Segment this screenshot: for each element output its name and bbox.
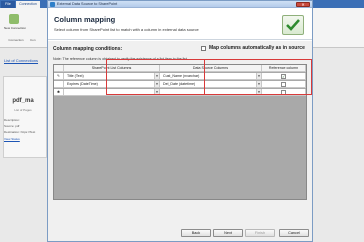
ribbon-group-label: Connection xyxy=(8,38,24,42)
cancel-button[interactable]: Cancel xyxy=(279,229,309,237)
panel-line: Destination: https://Test xyxy=(4,130,36,134)
next-button[interactable]: Next xyxy=(213,229,243,237)
auto-map-label: Map columns automatically as in source xyxy=(209,45,305,51)
highlight-datasource-columns xyxy=(204,59,312,95)
page-description: Select column from SharePoint list to ma… xyxy=(54,27,199,32)
connection-panel xyxy=(3,76,47,158)
conditions-label: Column mapping conditions: xyxy=(53,46,123,52)
row-marker xyxy=(54,81,64,88)
new-connection-label: New Connection xyxy=(4,26,27,30)
ribbon-group-label-2: Con xyxy=(30,38,36,42)
sharepoint-column-value: Title (Text) xyxy=(67,74,84,78)
connections-link[interactable]: List of Connections xyxy=(4,58,38,63)
page-title: Column mapping xyxy=(54,15,116,24)
finish-button[interactable]: Finish xyxy=(245,229,275,237)
back-button[interactable]: Back xyxy=(181,229,211,237)
panel-title: pdf_ma xyxy=(12,98,34,104)
panel-line: Description: xyxy=(4,118,20,122)
dialog-titlebar[interactable]: External Data Source to SharePoint ✕ xyxy=(48,1,312,8)
row-marker-header xyxy=(54,65,64,72)
view-status-link[interactable]: View Status xyxy=(4,137,20,141)
connection-tab[interactable]: Connection xyxy=(16,1,40,8)
sharepoint-column-value: Expires (DateTime) xyxy=(67,82,98,86)
checkmark-icon xyxy=(282,15,304,35)
edit-marker-icon: ✎ xyxy=(54,73,64,80)
new-row-icon: ✱ xyxy=(54,89,64,96)
panel-subtitle: List of Pages xyxy=(14,108,32,112)
file-tab[interactable]: File xyxy=(1,1,15,8)
auto-map-checkbox[interactable] xyxy=(201,46,206,51)
highlight-sharepoint-columns xyxy=(106,59,205,95)
panel-line: Source: pdf xyxy=(4,124,20,128)
close-button[interactable]: ✕ xyxy=(296,2,310,7)
dialog-title: External Data Source to SharePoint xyxy=(57,2,118,6)
column-mapping-dialog: External Data Source to SharePoint ✕ Col… xyxy=(47,0,313,242)
dialog-header: Column mapping Select column from ShareP… xyxy=(48,9,312,40)
app-icon xyxy=(50,2,55,7)
new-connection-icon[interactable] xyxy=(9,14,19,24)
